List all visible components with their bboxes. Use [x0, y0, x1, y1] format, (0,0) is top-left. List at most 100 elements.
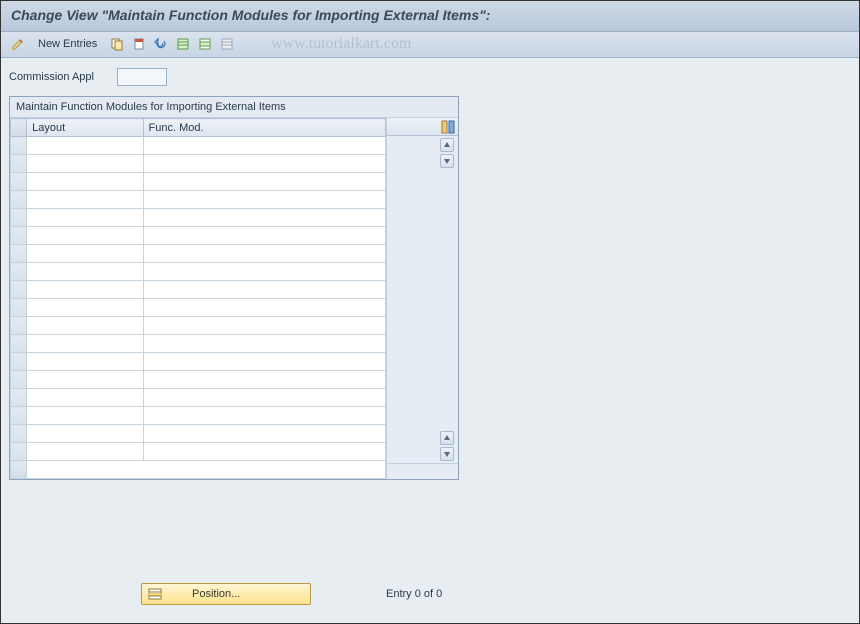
row-selector[interactable] [11, 389, 27, 407]
row-selector[interactable] [11, 299, 27, 317]
layout-cell[interactable] [27, 281, 143, 299]
horizontal-scroll-row [11, 461, 386, 479]
table-row[interactable] [11, 263, 386, 281]
row-selector[interactable] [11, 191, 27, 209]
func-mod-cell[interactable] [143, 245, 386, 263]
layout-cell[interactable] [27, 443, 143, 461]
layout-cell[interactable] [27, 389, 143, 407]
row-selector[interactable] [11, 227, 27, 245]
deselect-all-icon[interactable] [218, 35, 236, 53]
table-row[interactable] [11, 443, 386, 461]
scroll-down-step-icon[interactable] [440, 154, 454, 168]
func-mod-cell[interactable] [143, 227, 386, 245]
layout-cell[interactable] [27, 407, 143, 425]
table-row[interactable] [11, 389, 386, 407]
table-row[interactable] [11, 371, 386, 389]
row-selector[interactable] [11, 317, 27, 335]
row-selector[interactable] [11, 209, 27, 227]
layout-cell[interactable] [27, 335, 143, 353]
layout-column-header[interactable]: Layout [27, 119, 143, 137]
undo-icon[interactable] [152, 35, 170, 53]
func-mod-column-header[interactable]: Func. Mod. [143, 119, 386, 137]
func-mod-cell[interactable] [143, 389, 386, 407]
copy-icon[interactable] [108, 35, 126, 53]
scroll-down-icon[interactable] [440, 447, 454, 461]
select-column-header[interactable] [11, 119, 27, 137]
table-row[interactable] [11, 299, 386, 317]
row-selector[interactable] [11, 407, 27, 425]
scroll-up-icon[interactable] [440, 138, 454, 152]
layout-cell[interactable] [27, 209, 143, 227]
entry-status-text: Entry 0 of 0 [386, 588, 442, 600]
select-block-icon[interactable] [196, 35, 214, 53]
row-selector[interactable] [11, 371, 27, 389]
layout-cell[interactable] [27, 155, 143, 173]
layout-cell[interactable] [27, 227, 143, 245]
row-selector[interactable] [11, 353, 27, 371]
table-row[interactable] [11, 425, 386, 443]
table-row[interactable] [11, 191, 386, 209]
layout-cell[interactable] [27, 137, 143, 155]
func-mod-cell[interactable] [143, 209, 386, 227]
func-mod-cell[interactable] [143, 263, 386, 281]
layout-cell[interactable] [27, 425, 143, 443]
table-row[interactable] [11, 353, 386, 371]
func-mod-cell[interactable] [143, 407, 386, 425]
layout-cell[interactable] [27, 245, 143, 263]
func-mod-cell[interactable] [143, 281, 386, 299]
table-row[interactable] [11, 137, 386, 155]
row-selector[interactable] [11, 155, 27, 173]
table-row[interactable] [11, 227, 386, 245]
func-mod-cell[interactable] [143, 173, 386, 191]
table-row[interactable] [11, 335, 386, 353]
table-row[interactable] [11, 155, 386, 173]
toolbar: New Entries www.tutorialkart.com [1, 32, 859, 58]
func-mod-cell[interactable] [143, 371, 386, 389]
func-mod-cell[interactable] [143, 191, 386, 209]
func-mod-cell[interactable] [143, 155, 386, 173]
scroll-up-step-icon[interactable] [440, 431, 454, 445]
position-button[interactable]: Position... [141, 583, 311, 605]
change-icon[interactable] [9, 35, 27, 53]
func-mod-cell[interactable] [143, 137, 386, 155]
layout-cell[interactable] [27, 317, 143, 335]
commission-appl-row: Commission Appl [9, 68, 851, 86]
layout-cell[interactable] [27, 299, 143, 317]
func-mod-cell[interactable] [143, 425, 386, 443]
commission-appl-label: Commission Appl [9, 71, 109, 83]
table-settings-icon[interactable] [441, 120, 455, 134]
func-mod-cell[interactable] [143, 299, 386, 317]
new-entries-button[interactable]: New Entries [31, 35, 104, 53]
table-title: Maintain Function Modules for Importing … [10, 97, 458, 118]
layout-cell[interactable] [27, 353, 143, 371]
func-mod-cell[interactable] [143, 335, 386, 353]
func-mod-cell[interactable] [143, 443, 386, 461]
commission-appl-input[interactable] [117, 68, 167, 86]
table-row[interactable] [11, 245, 386, 263]
row-selector[interactable] [11, 425, 27, 443]
row-selector[interactable] [11, 335, 27, 353]
content-area: Commission Appl Maintain Function Module… [1, 58, 859, 490]
table-row[interactable] [11, 317, 386, 335]
data-table: Layout Func. Mod. [10, 118, 386, 479]
layout-cell[interactable] [27, 173, 143, 191]
title-bar: Change View "Maintain Function Modules f… [1, 1, 859, 32]
func-mod-cell[interactable] [143, 317, 386, 335]
row-selector[interactable] [11, 281, 27, 299]
delete-icon[interactable] [130, 35, 148, 53]
row-selector[interactable] [11, 173, 27, 191]
table-row[interactable] [11, 209, 386, 227]
func-mod-cell[interactable] [143, 353, 386, 371]
layout-cell[interactable] [27, 191, 143, 209]
table-row[interactable] [11, 173, 386, 191]
row-selector[interactable] [11, 443, 27, 461]
table-row[interactable] [11, 407, 386, 425]
row-selector[interactable] [11, 137, 27, 155]
watermark-text: www.tutorialkart.com [271, 35, 411, 53]
row-selector[interactable] [11, 245, 27, 263]
select-all-icon[interactable] [174, 35, 192, 53]
table-row[interactable] [11, 281, 386, 299]
layout-cell[interactable] [27, 263, 143, 281]
row-selector[interactable] [11, 263, 27, 281]
layout-cell[interactable] [27, 371, 143, 389]
